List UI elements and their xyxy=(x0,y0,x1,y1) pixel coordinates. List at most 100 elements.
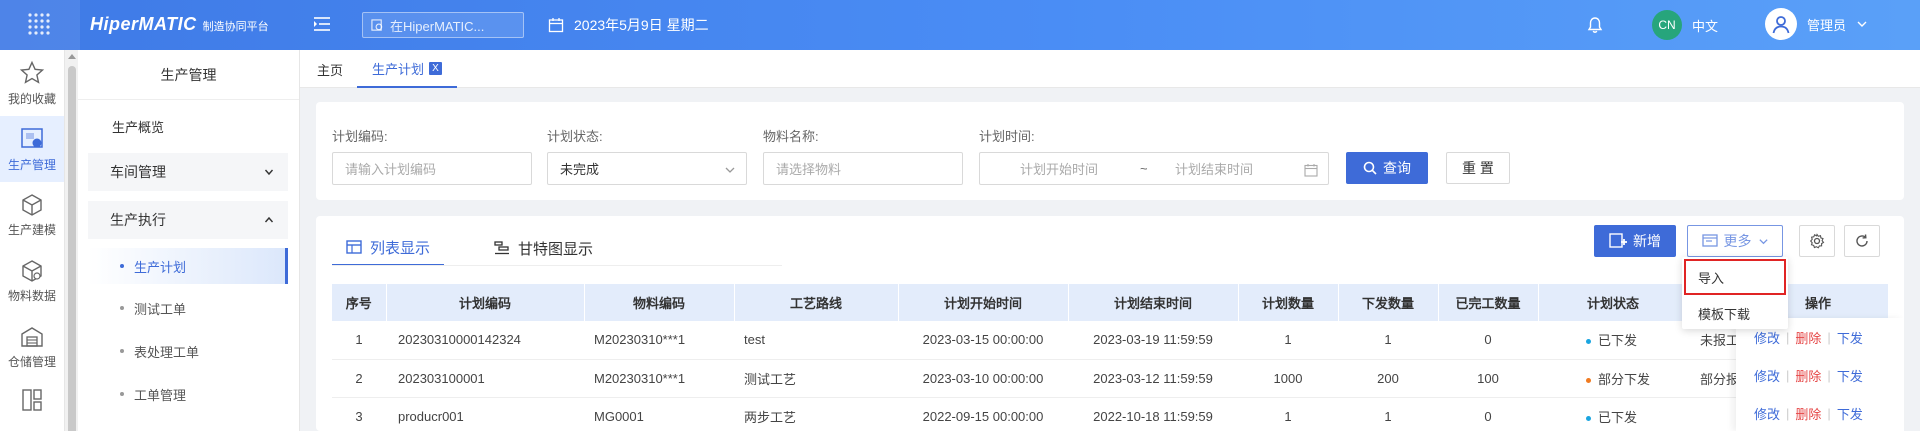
report-icon xyxy=(22,389,42,411)
new-button[interactable]: 新增 xyxy=(1594,225,1676,257)
cell-start-time: 2023-03-10 00:00:00 xyxy=(898,359,1068,398)
refresh-button[interactable] xyxy=(1844,225,1880,257)
sidebar-item-surface-order[interactable]: 表处理工单 xyxy=(88,333,288,369)
cell-route: test xyxy=(734,321,898,360)
plan-code-label: 计划编码: xyxy=(332,129,388,144)
sidebar-group-label: 生产执行 xyxy=(110,212,166,228)
reset-button[interactable]: 重 置 xyxy=(1446,152,1510,184)
global-search-input[interactable]: 在HiperMATIC... xyxy=(362,12,524,38)
menu-toggle-icon[interactable] xyxy=(312,14,332,37)
chevron-down-icon xyxy=(1758,238,1768,244)
current-date-text: 2023年5月9日 星期二 xyxy=(574,17,709,33)
status-dot xyxy=(1586,339,1591,345)
rail-item-material[interactable]: 物料数据 xyxy=(0,248,64,314)
col-header-start-time: 计划开始时间 xyxy=(898,284,1069,321)
cell-issued-qty: 200 xyxy=(1338,359,1438,398)
actions-column: 修改 | 删除 | 下发 修改 | 删除 | 下发 修改 | 删除 | 下发 xyxy=(1736,318,1904,431)
rail-item-production[interactable]: 生产管理 xyxy=(0,116,64,182)
view-tabs-divider xyxy=(332,265,782,266)
cell-end-time: 2023-03-19 11:59:59 xyxy=(1068,321,1238,360)
issue-link[interactable]: 下发 xyxy=(1837,328,1863,347)
tab-home[interactable]: 主页 xyxy=(317,50,343,88)
rail-item-warehouse[interactable]: 仓储管理 xyxy=(0,314,64,380)
cell-plan-qty: 1 xyxy=(1238,397,1338,431)
sidebar-group-execution[interactable]: 生产执行 xyxy=(88,201,288,239)
query-button[interactable]: 查询 xyxy=(1346,152,1428,184)
table-row[interactable]: 2 202303100001 M20230310***1 测试工艺 2023-0… xyxy=(332,359,1888,398)
bullet-dot xyxy=(120,264,124,268)
sidebar-item-overview[interactable]: 生产概览 xyxy=(88,108,288,144)
chevron-down-icon xyxy=(1857,21,1867,27)
warehouse-icon xyxy=(21,326,43,347)
tab-label: 生产计划 xyxy=(372,61,425,77)
table-row[interactable]: 3 producr001 MG0001 两步工艺 2022-09-15 00:0… xyxy=(332,397,1888,431)
rail-scrollbar[interactable] xyxy=(64,50,78,431)
sidebar-item-test-order[interactable]: 测试工单 xyxy=(88,290,288,326)
status-text: 已下发 xyxy=(1598,409,1638,425)
table-row[interactable]: 1 20230310000142324 M20230310***1 test 2… xyxy=(332,321,1888,360)
rail-item-report[interactable] xyxy=(0,380,64,431)
new-button-label: 新增 xyxy=(1633,233,1661,249)
sidebar-group-workshop[interactable]: 车间管理 xyxy=(88,153,288,191)
form-icon xyxy=(1701,234,1718,247)
sidebar-item-work-order[interactable]: 工单管理 xyxy=(88,376,288,412)
col-header-route: 工艺路线 xyxy=(734,284,899,321)
material-placeholder: 请选择物料 xyxy=(776,162,842,177)
more-button[interactable]: 更多 xyxy=(1687,225,1783,257)
chevron-down-icon xyxy=(725,167,735,173)
plan-status-select[interactable]: 未完成 xyxy=(547,152,747,185)
range-separator: ~ xyxy=(1140,161,1148,176)
user-menu[interactable]: 管理员 xyxy=(1765,8,1868,40)
tab-gantt-view[interactable]: 甘特图显示 xyxy=(494,230,593,266)
notification-bell-icon[interactable] xyxy=(1586,16,1604,37)
app-grid-icon[interactable] xyxy=(0,0,80,50)
material-select[interactable]: 请选择物料 xyxy=(763,152,963,185)
language-switch[interactable]: CN 中文 xyxy=(1652,10,1718,40)
status-text: 部分下发 xyxy=(1598,371,1651,387)
row-actions: 修改 | 删除 | 下发 xyxy=(1736,356,1904,394)
reset-button-label: 重 置 xyxy=(1462,160,1494,176)
language-label: 中文 xyxy=(1692,18,1719,34)
close-icon[interactable]: X xyxy=(429,61,443,75)
col-header-plan-status: 计划状态 xyxy=(1538,284,1689,321)
current-date: 2023年5月9日 星期二 xyxy=(548,15,709,35)
cell-end-time: 2022-10-18 11:59:59 xyxy=(1068,397,1238,431)
delete-link[interactable]: 删除 xyxy=(1795,328,1821,347)
plan-code-input[interactable]: 请输入计划编码 xyxy=(332,152,532,185)
delete-link[interactable]: 删除 xyxy=(1795,366,1821,385)
issue-link[interactable]: 下发 xyxy=(1837,366,1863,385)
tab-gantt-view-label: 甘特图显示 xyxy=(518,240,594,258)
tab-list-view[interactable]: 列表显示 xyxy=(332,230,445,266)
cell-index: 3 xyxy=(332,397,386,431)
cell-done-qty: 0 xyxy=(1438,397,1538,431)
sidebar-item-production-plan[interactable]: 生产计划 xyxy=(88,248,288,284)
cell-plan-status: 已下发 xyxy=(1538,397,1688,431)
bullet-dot xyxy=(120,349,124,353)
sidebar-item-label: 生产概览 xyxy=(112,119,165,135)
sidebar-item-label: 生产计划 xyxy=(134,259,187,275)
delete-link[interactable]: 删除 xyxy=(1795,404,1821,423)
menu-item-template-download[interactable]: 模板下载 xyxy=(1682,295,1788,331)
separator: | xyxy=(1827,329,1831,345)
cell-plan-code: 202303100001 xyxy=(386,359,584,398)
issue-link[interactable]: 下发 xyxy=(1837,404,1863,423)
plan-time-range[interactable]: 计划开始时间 ~ 计划结束时间 xyxy=(979,152,1329,185)
menu-item-import[interactable]: 导入 xyxy=(1682,259,1788,295)
plan-status-value: 未完成 xyxy=(560,162,600,177)
cell-index: 1 xyxy=(332,321,386,360)
calendar-icon xyxy=(548,18,564,33)
scroll-up-icon[interactable] xyxy=(68,54,76,59)
user-icon xyxy=(1772,16,1790,34)
settings-button[interactable] xyxy=(1799,225,1835,257)
tab-production-plan[interactable]: 生产计划 X xyxy=(357,50,458,88)
rail-item-favorites[interactable]: 我的收藏 xyxy=(0,50,64,116)
cell-start-time: 2022-09-15 00:00:00 xyxy=(898,397,1068,431)
rail-item-modeling[interactable]: 生产建模 xyxy=(0,182,64,248)
edit-link[interactable]: 修改 xyxy=(1754,404,1780,423)
edit-link[interactable]: 修改 xyxy=(1754,366,1780,385)
cell-issued-qty: 1 xyxy=(1338,321,1438,360)
calendar-icon xyxy=(1304,164,1318,177)
rail-scrollbar-thumb[interactable] xyxy=(68,66,76,431)
col-header-done-qty: 已完工数量 xyxy=(1438,284,1539,321)
table-icon xyxy=(346,240,362,254)
